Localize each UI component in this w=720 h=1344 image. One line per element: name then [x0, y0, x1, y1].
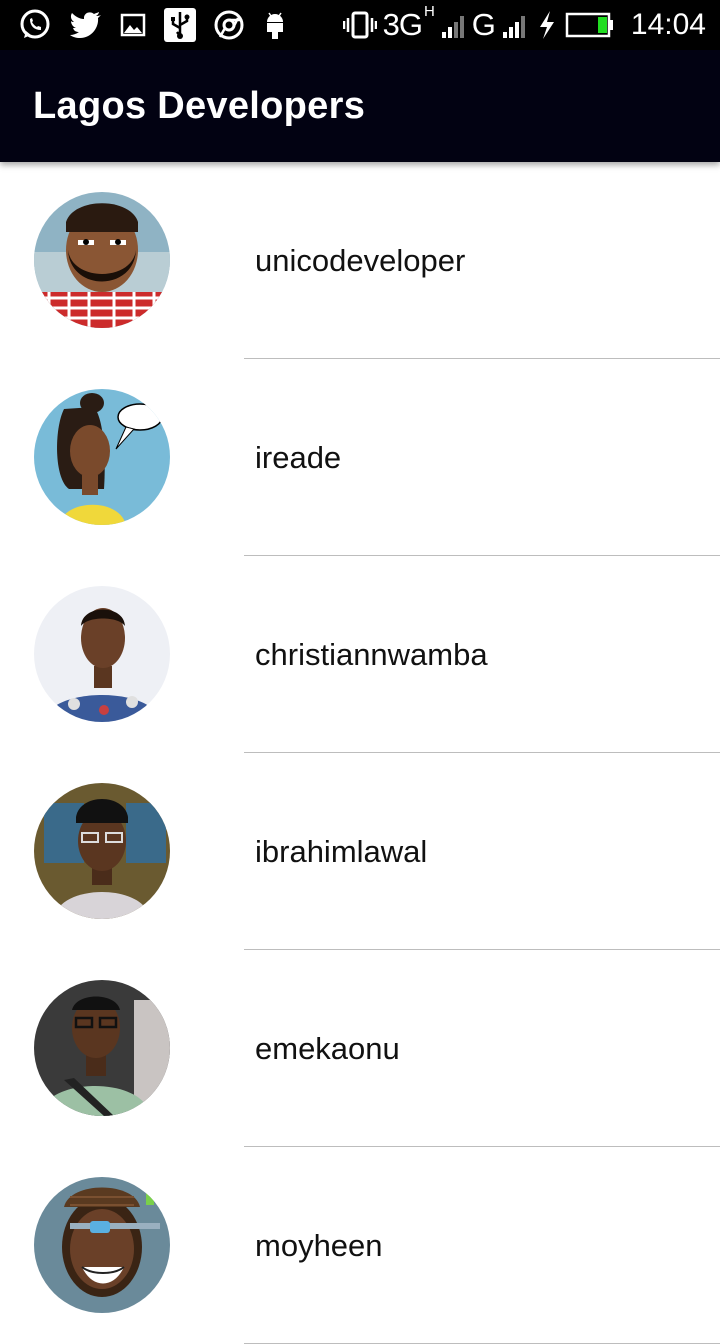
image-icon [120, 12, 146, 38]
developer-username: ibrahimlawal [255, 834, 428, 869]
list-item[interactable]: ireade [0, 359, 720, 556]
developer-username: emekaonu [255, 1031, 400, 1066]
avatar [34, 389, 170, 525]
avatar [34, 980, 170, 1116]
clock: 14:04 [630, 8, 706, 41]
list-item[interactable]: emekaonu [0, 950, 720, 1147]
vibrate-icon [342, 10, 377, 40]
developer-username: moyheen [255, 1228, 383, 1263]
list-item[interactable]: ibrahimlawal [0, 753, 720, 950]
network-type-label-2: G [471, 7, 496, 42]
list-item[interactable]: christiannwamba [0, 556, 720, 753]
avatar [34, 1177, 170, 1313]
chrome-icon [214, 10, 244, 40]
avatar [34, 783, 170, 919]
status-bar: 3G H G 14:04 [0, 0, 720, 50]
android-icon [262, 10, 288, 40]
app-title: Lagos Developers [33, 84, 366, 127]
app-bar: Lagos Developers [0, 50, 720, 162]
signal-icon-2 [502, 12, 529, 38]
usb-icon [164, 8, 196, 42]
avatar [34, 586, 170, 722]
developer-username: unicodeveloper [255, 243, 466, 278]
avatar [34, 192, 170, 328]
developer-username: christiannwamba [255, 637, 488, 672]
developer-username: ireade [255, 440, 342, 475]
battery-icon [565, 12, 615, 38]
charging-icon [537, 10, 557, 40]
network-type-label: 3G [382, 7, 423, 42]
signal-icon [441, 12, 466, 38]
developer-list: unicodeveloper ireade christiannwamba ib… [0, 162, 720, 1344]
twitter-icon [70, 11, 102, 39]
network-sub-label: H [423, 2, 435, 20]
whatsapp-icon [18, 8, 52, 42]
list-item[interactable]: moyheen [0, 1147, 720, 1344]
list-item[interactable]: unicodeveloper [0, 162, 720, 359]
